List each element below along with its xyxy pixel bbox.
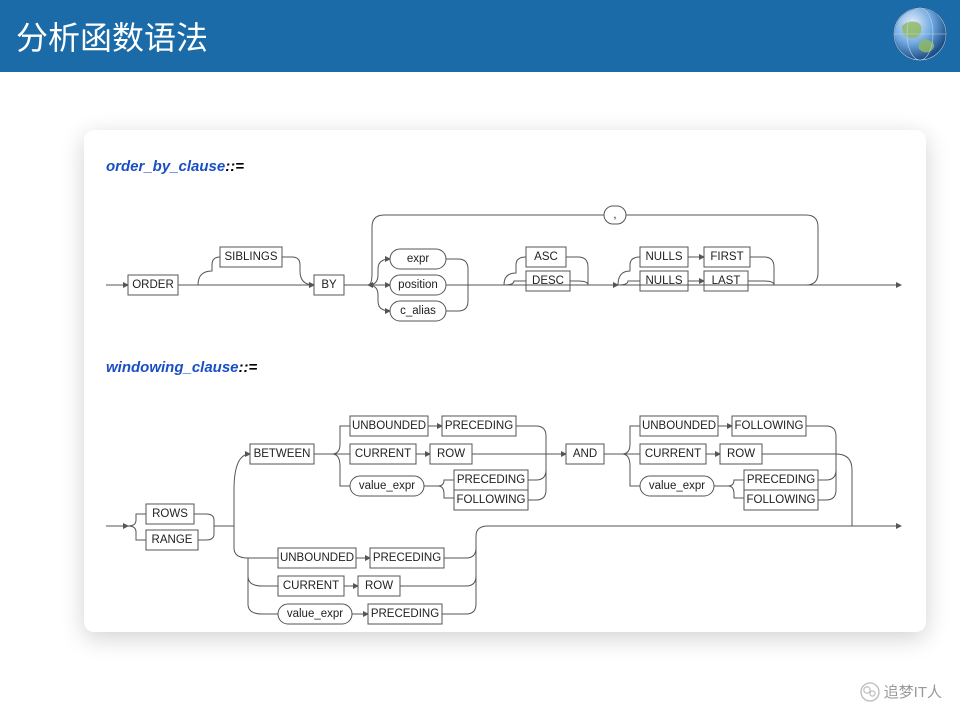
token-expr: expr: [407, 253, 430, 265]
token-row-1: ROW: [437, 448, 465, 460]
token-unbounded-3: UNBOUNDED: [280, 552, 354, 564]
token-first: FIRST: [710, 251, 743, 263]
token-current-2: CURRENT: [645, 448, 701, 460]
syntax-diagram-card: order_by_clause::= ORDER SIBLINGS BY exp…: [84, 130, 926, 632]
clause-title-windowing: windowing_clause::=: [106, 359, 916, 376]
token-value-expr-2: value_expr: [649, 480, 705, 492]
token-current-3: CURRENT: [283, 580, 339, 592]
clause-eq: ::=: [239, 359, 258, 376]
token-following-3: FOLLOWING: [746, 494, 815, 506]
token-and: AND: [573, 448, 597, 460]
token-value-expr-1: value_expr: [359, 480, 415, 492]
token-unbounded-1: UNBOUNDED: [352, 420, 426, 432]
token-value-expr-3: value_expr: [287, 608, 343, 620]
token-siblings: SIBLINGS: [224, 251, 277, 263]
watermark-text: 追梦IT人: [884, 681, 942, 702]
token-row-3: ROW: [365, 580, 393, 592]
token-c-alias: c_alias: [400, 305, 436, 317]
clause-title-order-by: order_by_clause::=: [106, 158, 916, 175]
token-preceding-2: PRECEDING: [457, 474, 525, 486]
token-current-1: CURRENT: [355, 448, 411, 460]
globe-icon: [892, 6, 948, 62]
token-nulls-1: NULLS: [645, 251, 682, 263]
token-preceding-3: PRECEDING: [747, 474, 815, 486]
token-preceding-1: PRECEDING: [445, 420, 513, 432]
token-asc: ASC: [534, 251, 558, 263]
token-range: RANGE: [152, 534, 193, 546]
token-order: ORDER: [132, 279, 174, 291]
wechat-icon: [860, 682, 880, 702]
clause-name: windowing_clause: [106, 359, 239, 376]
windowing-railroad: ROWS RANGE BETWEEN UNBOUNDED PRECEDING C…: [106, 386, 906, 636]
token-row-2: ROW: [727, 448, 755, 460]
clause-eq: ::=: [225, 158, 244, 175]
order-by-railroad: ORDER SIBLINGS BY expr position c_alias …: [106, 185, 906, 345]
token-following-2: FOLLOWING: [734, 420, 803, 432]
token-following-1: FOLLOWING: [456, 494, 525, 506]
header-bar: 分析函数语法: [0, 0, 960, 72]
token-preceding-4: PRECEDING: [373, 552, 441, 564]
token-position: position: [398, 279, 438, 291]
page-title: 分析函数语法: [16, 13, 208, 59]
token-rows: ROWS: [152, 508, 188, 520]
token-between: BETWEEN: [254, 448, 311, 460]
clause-name: order_by_clause: [106, 158, 225, 175]
token-by: BY: [321, 279, 337, 291]
token-unbounded-2: UNBOUNDED: [642, 420, 716, 432]
watermark: 追梦IT人: [860, 681, 942, 702]
token-preceding-5: PRECEDING: [371, 608, 439, 620]
token-comma: ,: [613, 209, 616, 221]
